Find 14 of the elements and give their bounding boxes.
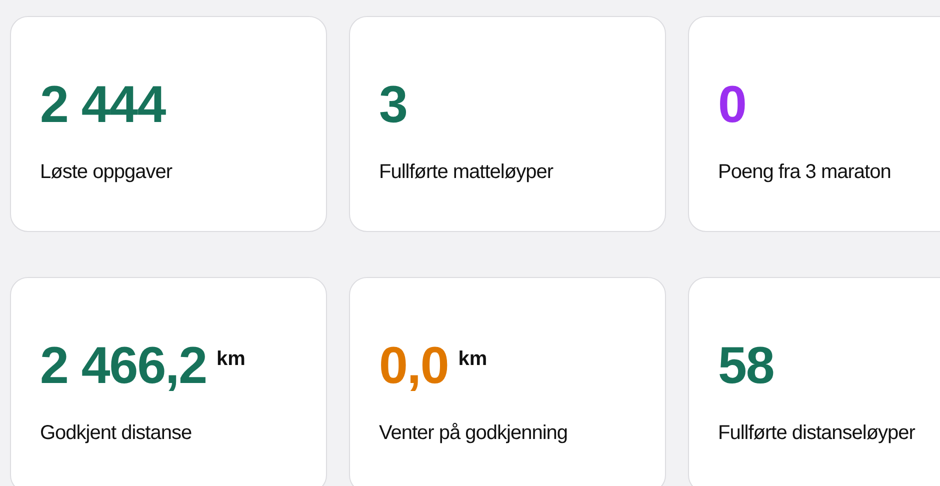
stat-value: 0,0 [379,336,448,396]
stat-label: Poeng fra 3 maraton [718,160,892,185]
stat-label: Fullførte distanseløyper [718,421,916,446]
stat-label: Godkjent distanse [40,421,193,446]
stat-label: Løste oppgaver [40,160,174,185]
stat-value: 0 [718,75,746,135]
stat-value: 58 [718,336,774,396]
stat-value: 2 444 [40,75,166,135]
stat-label: Fullførte matteløyper [379,160,554,185]
stat-label: Venter på godkjenning [379,421,569,446]
stat-value: 3 [379,75,407,135]
unit-label: km [216,347,246,372]
stat-value: 2 466,2 [40,336,206,396]
unit-label: km [458,347,488,372]
